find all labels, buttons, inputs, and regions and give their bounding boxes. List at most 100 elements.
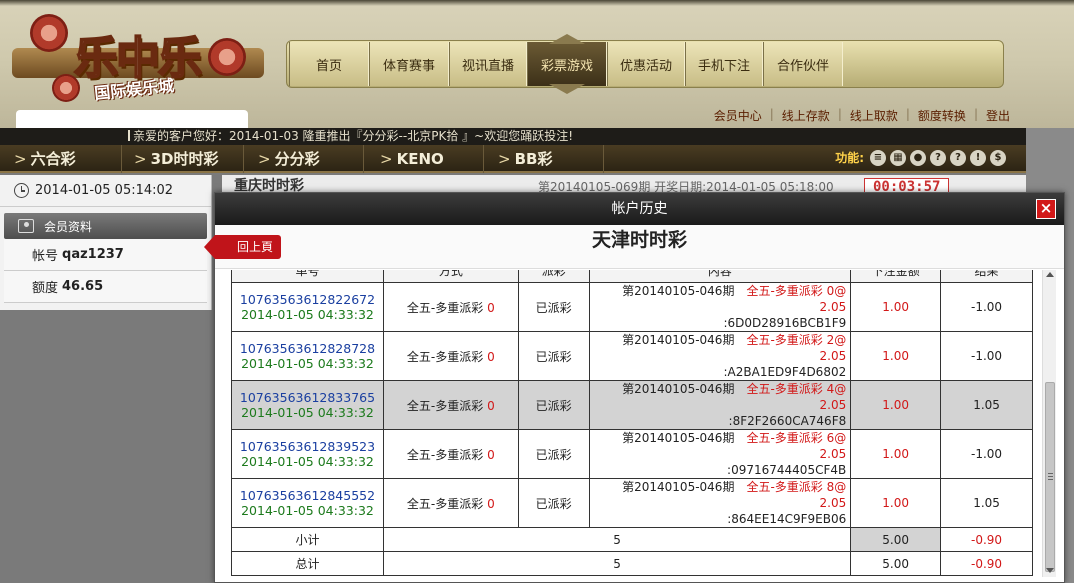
nav-sports[interactable]: 体育赛事 bbox=[369, 42, 449, 86]
order-time: 2014-01-05 04:33:32 bbox=[241, 307, 374, 322]
site-logo[interactable]: 乐中乐 国际娱乐城 bbox=[12, 14, 272, 112]
game-tab-3d[interactable]: >3D时时彩 bbox=[134, 145, 244, 173]
order-cell: 10763563612845552 2014-01-05 04:33:32 bbox=[231, 478, 384, 528]
shield-icon[interactable]: ! bbox=[970, 149, 986, 166]
total-result: -0.90 bbox=[940, 551, 1033, 576]
payout-status: 已派彩 bbox=[517, 478, 590, 528]
game-tab-keno[interactable]: > KENO bbox=[380, 145, 484, 173]
game-tab-minute[interactable]: > 分分彩 bbox=[258, 145, 364, 173]
content-bet: 全五-多重派彩 0@ bbox=[746, 284, 847, 298]
table-header-row: 单号 方式 派彩 内容 下注金额 结果 bbox=[231, 270, 1033, 283]
calendar-icon[interactable]: ▦ bbox=[890, 149, 906, 166]
content-period: 第20140105-046期 bbox=[622, 382, 735, 396]
table-row[interactable]: 10763563612828728 2014-01-05 04:33:32 全五-… bbox=[231, 331, 1033, 381]
scroll-down-arrow-icon[interactable] bbox=[1046, 568, 1054, 573]
modal-subheader: 天津时时彩 回上頁 bbox=[203, 225, 1064, 269]
help-icon[interactable]: ? bbox=[950, 149, 966, 166]
nav-partners[interactable]: 合作伙伴 bbox=[763, 42, 843, 86]
dollar-icon[interactable]: $ bbox=[990, 149, 1006, 166]
game-tab-bb[interactable]: > BB彩 bbox=[498, 145, 604, 173]
account-links: 会员中心 | 线上存款 | 线上取款 | 额度转换 | 登出 bbox=[714, 107, 1010, 124]
nav-home[interactable]: 首页 bbox=[289, 42, 369, 86]
content-odds: 2.05 bbox=[819, 349, 847, 363]
site-header: 乐中乐 国际娱乐城 首页 体育赛事 视讯直播 彩票游戏 优惠活动 手机下注 合作… bbox=[0, 0, 1074, 128]
table-scrollbar[interactable] bbox=[1042, 270, 1056, 577]
account-row: 帐号 qaz1237 bbox=[4, 239, 207, 271]
user-icon[interactable]: ● bbox=[910, 149, 926, 166]
content-odds: 2.05 bbox=[819, 496, 847, 510]
nav-live-video[interactable]: 视讯直播 bbox=[449, 42, 527, 86]
content-cell: 第20140105-046期 全五-多重派彩 0@ 2.05:6D0D28916BC… bbox=[588, 282, 852, 332]
account-value: qaz1237 bbox=[62, 247, 124, 262]
content-bet: 全五-多重派彩 8@ bbox=[746, 480, 847, 494]
content-hash: :A2BA1ED9F4D6802 bbox=[723, 365, 847, 379]
close-button[interactable]: × bbox=[1036, 199, 1056, 219]
main-nav: 首页 体育赛事 视讯直播 彩票游戏 优惠活动 手机下注 合作伙伴 bbox=[286, 34, 1004, 94]
total-count: 5 bbox=[382, 551, 852, 576]
order-id[interactable]: 10763563612822672 bbox=[232, 292, 383, 307]
question-icon[interactable]: ? bbox=[930, 149, 946, 166]
game-tab-mark-six[interactable]: > 六合彩 bbox=[14, 145, 122, 173]
bet-amount: 1.00 bbox=[850, 478, 942, 528]
method-number: 0 bbox=[487, 349, 495, 364]
order-time: 2014-01-05 04:33:32 bbox=[241, 356, 374, 371]
method-number: 0 bbox=[487, 447, 495, 462]
link-withdraw[interactable]: 线上取款 bbox=[850, 107, 898, 124]
link-member-center[interactable]: 会员中心 bbox=[714, 107, 762, 124]
nav-mobile-betting[interactable]: 手机下注 bbox=[685, 42, 763, 86]
table-row[interactable]: 10763563612839523 2014-01-05 04:33:32 全五-… bbox=[231, 429, 1033, 479]
scroll-up-arrow-icon[interactable] bbox=[1046, 272, 1054, 277]
order-cell: 10763563612833765 2014-01-05 04:33:32 bbox=[231, 380, 384, 430]
nav-lottery[interactable]: 彩票游戏 bbox=[527, 34, 607, 94]
member-info-header[interactable]: 会员资料 bbox=[4, 213, 207, 239]
current-datetime: 2014-01-05 05:14:02 bbox=[0, 175, 211, 207]
link-transfer[interactable]: 额度转换 bbox=[918, 107, 966, 124]
bet-amount: 1.00 bbox=[850, 429, 942, 479]
chevron-right-icon: > bbox=[380, 150, 393, 168]
announcement-text: 亲爱的客户您好：2014-01-03 隆重推出『分分彩--北京PK拾 』~欢迎您… bbox=[133, 129, 574, 143]
table-row[interactable]: 10763563612822672 2014-01-05 04:33:32 全五-… bbox=[231, 282, 1033, 332]
order-id[interactable]: 10763563612833765 bbox=[232, 390, 383, 405]
payout-status: 已派彩 bbox=[517, 282, 590, 332]
nav-promotions[interactable]: 优惠活动 bbox=[607, 42, 685, 86]
method-text: 全五-多重派彩 bbox=[406, 300, 484, 315]
content-period: 第20140105-046期 bbox=[622, 431, 735, 445]
order-id[interactable]: 10763563612828728 bbox=[232, 341, 383, 356]
subtotal-result: -0.90 bbox=[940, 527, 1033, 552]
method-cell: 全五-多重派彩 0 bbox=[382, 478, 519, 528]
order-id[interactable]: 10763563612845552 bbox=[232, 488, 383, 503]
user-card-icon bbox=[18, 219, 34, 233]
method-cell: 全五-多重派彩 0 bbox=[382, 282, 519, 332]
bet-result: 1.05 bbox=[940, 478, 1033, 528]
content-odds: 2.05 bbox=[819, 398, 847, 412]
datetime-text: 2014-01-05 05:14:02 bbox=[35, 183, 174, 198]
link-separator: | bbox=[905, 107, 910, 121]
content-hash: :8F2F2660CA746F8 bbox=[728, 414, 847, 428]
subtotal-row: 小计 5 5.00 -0.90 bbox=[231, 527, 1033, 552]
bet-result: 1.05 bbox=[940, 380, 1033, 430]
order-id[interactable]: 10763563612839523 bbox=[232, 439, 383, 454]
coins-icon[interactable]: ≡ bbox=[870, 149, 886, 166]
order-cell: 10763563612839523 2014-01-05 04:33:32 bbox=[231, 429, 384, 479]
scrollbar-thumb[interactable] bbox=[1045, 382, 1055, 572]
chevron-right-icon: > bbox=[498, 150, 511, 168]
bet-result: -1.00 bbox=[940, 282, 1033, 332]
col-header-amount: 下注金额 bbox=[850, 270, 942, 283]
back-button[interactable]: 回上頁 bbox=[203, 235, 282, 259]
history-table: 单号 方式 派彩 内容 下注金额 结果 10763563612822672 201… bbox=[231, 270, 1033, 576]
method-cell: 全五-多重派彩 0 bbox=[382, 429, 519, 479]
table-row[interactable]: 10763563612845552 2014-01-05 04:33:32 全五-… bbox=[231, 478, 1033, 528]
game-tab-label: 六合彩 bbox=[30, 150, 76, 168]
account-history-modal: 帐户历史 × 天津时时彩 回上頁 单号 方式 派彩 内容 下注金额 结果 107… bbox=[203, 192, 1065, 583]
order-time: 2014-01-05 04:33:32 bbox=[241, 405, 374, 420]
history-table-viewport: 单号 方式 派彩 内容 下注金额 结果 10763563612822672 201… bbox=[231, 270, 1033, 577]
col-header-content: 内容 bbox=[588, 270, 852, 283]
content-cell: 第20140105-046期 全五-多重派彩 2@ 2.05:A2BA1ED9F4D… bbox=[588, 331, 852, 381]
link-deposit[interactable]: 线上存款 bbox=[782, 107, 830, 124]
balance-value: 46.65 bbox=[62, 279, 104, 294]
modal-title: 帐户历史 bbox=[611, 201, 668, 217]
link-logout[interactable]: 登出 bbox=[986, 107, 1010, 124]
table-row-highlighted[interactable]: 10763563612833765 2014-01-05 04:33:32 全五-… bbox=[231, 380, 1033, 430]
game-tab-label: KENO bbox=[396, 150, 444, 168]
col-header-method: 方式 bbox=[382, 270, 519, 283]
